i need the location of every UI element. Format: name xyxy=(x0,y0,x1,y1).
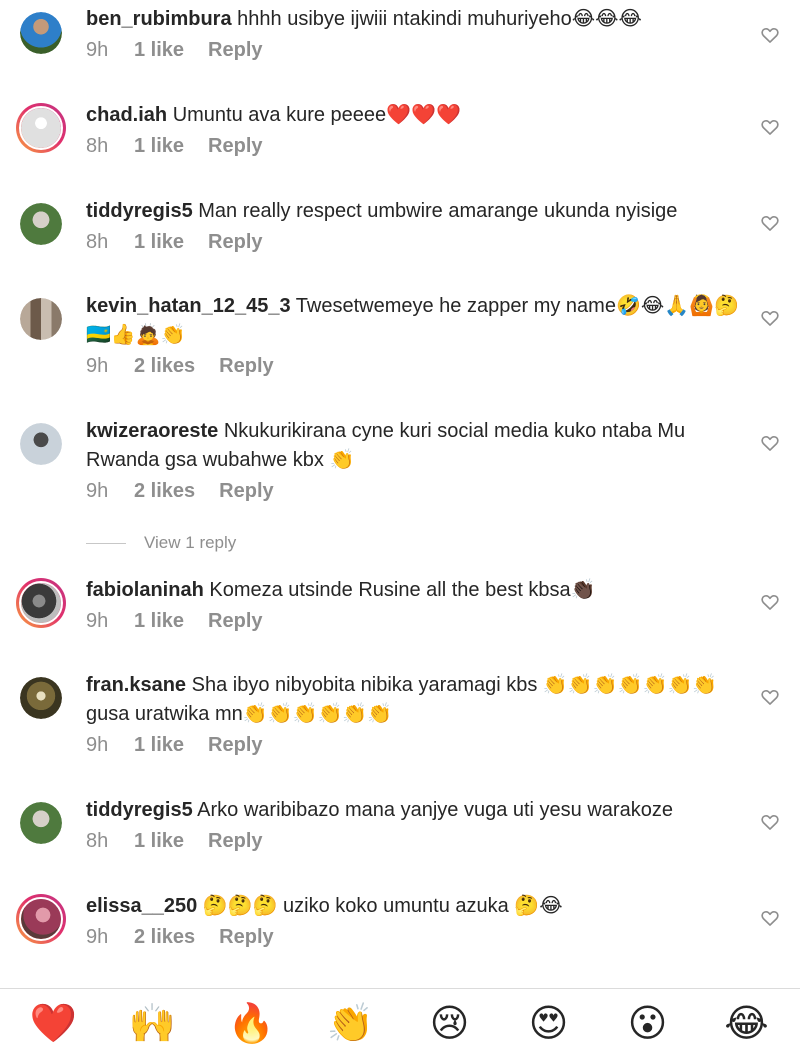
reaction-wow-button[interactable]: 😮 xyxy=(618,1002,678,1046)
comment-text: Man really respect umbwire amarange ukun… xyxy=(198,200,678,222)
reaction-raised-hands-button[interactable]: 🙌 xyxy=(123,1002,183,1046)
likes-count[interactable]: 1 like xyxy=(134,39,184,62)
heart-outline-icon[interactable] xyxy=(760,592,780,612)
timestamp: 8h xyxy=(86,830,109,852)
comment-text-block: chad.iah Umuntu ava kure peeee❤️❤️❤️ xyxy=(86,101,740,130)
reaction-fire-button[interactable]: 🔥 xyxy=(222,1002,282,1046)
heart-outline-icon[interactable] xyxy=(760,25,780,45)
reply-button[interactable]: Reply xyxy=(208,830,262,853)
timestamp: 9h xyxy=(86,39,109,61)
comment-meta: 9h 1 like Reply xyxy=(86,610,740,633)
avatar[interactable] xyxy=(20,203,62,245)
timestamp: 8h xyxy=(86,135,109,157)
likes-count[interactable]: 1 like xyxy=(134,135,184,158)
reply-button[interactable]: Reply xyxy=(219,926,273,949)
username[interactable]: fran.ksane xyxy=(86,674,186,696)
avatar[interactable] xyxy=(16,578,66,628)
comment-meta: 8h 1 like Reply xyxy=(86,231,740,254)
avatar[interactable] xyxy=(20,802,62,844)
reply-button[interactable]: Reply xyxy=(208,610,262,633)
timestamp: 9h xyxy=(86,355,109,377)
avatar[interactable] xyxy=(20,12,62,54)
divider xyxy=(86,542,126,544)
likes-count[interactable]: 1 like xyxy=(134,610,184,633)
comment-meta: 9h 2 likes Reply xyxy=(86,926,740,949)
reaction-laughing-button[interactable]: 😂 xyxy=(717,1002,777,1046)
reaction-heart-button[interactable]: ❤️ xyxy=(24,1002,84,1046)
heart-outline-icon[interactable] xyxy=(760,433,780,453)
heart-outline-icon[interactable] xyxy=(760,213,780,233)
comment-text-block: elissa__250 🤔🤔🤔 uziko koko umuntu azuka … xyxy=(86,892,740,921)
comment-text-block: kevin_hatan_12_45_3 Twesetwemeye he zapp… xyxy=(86,292,740,350)
avatar[interactable] xyxy=(20,677,62,719)
timestamp: 8h xyxy=(86,231,109,253)
likes-count[interactable]: 1 like xyxy=(134,734,184,757)
timestamp: 9h xyxy=(86,926,109,948)
comments-list: ben_rubimbura hhhh usibye ijwiii ntakind… xyxy=(0,0,800,988)
comment-text-block: kwizeraoreste Nkukurikirana cyne kuri so… xyxy=(86,417,740,475)
comment-text: hhhh usibye ijwiii ntakindi muhuriyeho😂😂… xyxy=(237,8,642,30)
heart-outline-icon[interactable] xyxy=(760,687,780,707)
timestamp: 9h xyxy=(86,480,109,502)
reaction-heart-eyes-button[interactable]: 😍 xyxy=(519,1002,579,1046)
likes-count[interactable]: 2 likes xyxy=(134,355,195,378)
comment-meta: 9h 2 likes Reply xyxy=(86,355,740,378)
avatar[interactable] xyxy=(20,298,62,340)
likes-count[interactable]: 2 likes xyxy=(134,926,195,949)
view-replies-label: View 1 reply xyxy=(144,533,237,552)
comment-meta: 9h 1 like Reply xyxy=(86,734,740,757)
comment-meta: 9h 1 like Reply xyxy=(86,39,740,62)
likes-count[interactable]: 1 like xyxy=(134,830,184,853)
username[interactable]: tiddyregis5 xyxy=(86,799,193,821)
comment-text-block: fran.ksane Sha ibyo nibyobita nibika yar… xyxy=(86,671,740,729)
heart-outline-icon[interactable] xyxy=(760,117,780,137)
timestamp: 9h xyxy=(86,734,109,756)
quick-reaction-bar: ❤️ 🙌 🔥 👏 😢 😍 😮 😂 xyxy=(0,988,800,1058)
view-replies-button[interactable]: View 1 reply xyxy=(86,533,236,553)
username[interactable]: kwizeraoreste xyxy=(86,420,218,442)
username[interactable]: tiddyregis5 xyxy=(86,200,193,222)
heart-outline-icon[interactable] xyxy=(760,812,780,832)
avatar[interactable] xyxy=(16,103,66,153)
username[interactable]: chad.iah xyxy=(86,104,167,126)
heart-outline-icon[interactable] xyxy=(760,308,780,328)
comment-text: Umuntu ava kure peeee❤️❤️❤️ xyxy=(172,104,461,126)
comment-text: Arko waribibazo mana yanjye vuga uti yes… xyxy=(197,799,673,821)
reply-button[interactable]: Reply xyxy=(208,231,262,254)
comment-meta: 8h 1 like Reply xyxy=(86,830,740,853)
likes-count[interactable]: 2 likes xyxy=(134,480,195,503)
reply-button[interactable]: Reply xyxy=(208,734,262,757)
timestamp: 9h xyxy=(86,610,109,632)
heart-outline-icon[interactable] xyxy=(760,908,780,928)
reply-button[interactable]: Reply xyxy=(219,355,273,378)
comment-meta: 9h 2 likes Reply xyxy=(86,480,740,503)
username[interactable]: elissa__250 xyxy=(86,895,197,917)
comment-text-block: tiddyregis5 Arko waribibazo mana yanjye … xyxy=(86,796,740,825)
reply-button[interactable]: Reply xyxy=(219,480,273,503)
comment-text-block: tiddyregis5 Man really respect umbwire a… xyxy=(86,197,740,226)
comment-text-block: fabiolaninah Komeza utsinde Rusine all t… xyxy=(86,576,740,605)
comment-text-block: ben_rubimbura hhhh usibye ijwiii ntakind… xyxy=(86,5,740,34)
username[interactable]: ben_rubimbura xyxy=(86,8,232,30)
reply-button[interactable]: Reply xyxy=(208,135,262,158)
username[interactable]: fabiolaninah xyxy=(86,579,204,601)
comment-meta: 8h 1 like Reply xyxy=(86,135,740,158)
comment-text: Komeza utsinde Rusine all the best kbsa👏… xyxy=(209,579,596,601)
avatar[interactable] xyxy=(16,894,66,944)
avatar[interactable] xyxy=(20,423,62,465)
likes-count[interactable]: 1 like xyxy=(134,231,184,254)
reaction-crying-button[interactable]: 😢 xyxy=(420,1002,480,1046)
reply-button[interactable]: Reply xyxy=(208,39,262,62)
username[interactable]: kevin_hatan_12_45_3 xyxy=(86,295,291,317)
comment-text: 🤔🤔🤔 uziko koko umuntu azuka 🤔😂 xyxy=(202,895,563,917)
reaction-clap-button[interactable]: 👏 xyxy=(321,1002,381,1046)
